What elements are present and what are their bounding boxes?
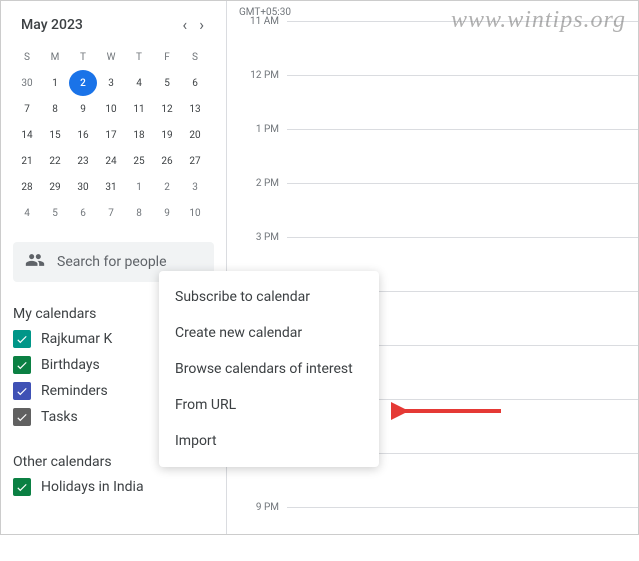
calendar-day[interactable]: 29 [41,174,69,200]
calendar-day[interactable]: 21 [13,148,41,174]
calendar-day[interactable]: 8 [41,96,69,122]
calendar-day[interactable]: 24 [97,148,125,174]
time-label: 11 AM [227,16,287,70]
calendar-day[interactable]: 6 [181,70,209,96]
menu-item[interactable]: Import [159,423,379,459]
calendar-day[interactable]: 26 [153,148,181,174]
month-nav: ‹ › [180,13,206,36]
prev-month-button[interactable]: ‹ [180,13,189,36]
calendar-checkbox[interactable] [13,382,31,400]
calendar-day[interactable]: 10 [181,200,209,226]
watermark: www.wintips.org [451,7,626,34]
mini-calendar: SMTWTFS301234567891011121314151617181920… [13,44,214,226]
menu-item[interactable]: Create new calendar [159,315,379,351]
calendar-day[interactable]: 9 [153,200,181,226]
other-calendars-list: Holidays in India [13,474,214,500]
calendar-day[interactable]: 28 [13,174,41,200]
day-header: T [125,44,153,70]
menu-item[interactable]: From URL [159,387,379,423]
calendar-checkbox[interactable] [13,478,31,496]
people-icon [25,250,45,274]
calendar-day[interactable]: 10 [97,96,125,122]
calendar-day[interactable]: 5 [153,70,181,96]
calendar-label: Rajkumar K [41,331,112,347]
day-header: W [97,44,125,70]
calendar-day[interactable]: 30 [69,174,97,200]
calendar-day[interactable]: 1 [125,174,153,200]
calendar-label: Birthdays [41,357,100,373]
calendar-day[interactable]: 31 [97,174,125,200]
calendar-day[interactable]: 23 [69,148,97,174]
calendar-day[interactable]: 18 [125,122,153,148]
time-label: 2 PM [227,178,287,232]
time-row[interactable]: 12 PM [227,75,638,129]
day-header: M [41,44,69,70]
calendar-day[interactable]: 7 [13,96,41,122]
time-line [287,507,638,561]
time-line [287,129,638,183]
calendar-day[interactable]: 27 [181,148,209,174]
calendar-day[interactable]: 9 [69,96,97,122]
day-header: T [69,44,97,70]
calendar-day[interactable]: 2 [69,70,97,96]
month-title: May 2023 [21,17,83,33]
calendar-day[interactable]: 14 [13,122,41,148]
calendar-day[interactable]: 2 [153,174,181,200]
calendar-day[interactable]: 20 [181,122,209,148]
calendar-day[interactable]: 8 [125,200,153,226]
menu-item[interactable]: Subscribe to calendar [159,279,379,315]
calendar-day[interactable]: 4 [13,200,41,226]
annotation-arrow [391,399,511,427]
time-label: 9 PM [227,502,287,556]
calendar-day[interactable]: 11 [125,96,153,122]
time-label: 1 PM [227,124,287,178]
menu-item[interactable]: Browse calendars of interest [159,351,379,387]
day-header: S [13,44,41,70]
calendar-day[interactable]: 1 [41,70,69,96]
calendar-checkbox[interactable] [13,408,31,426]
calendar-day[interactable]: 25 [125,148,153,174]
time-row[interactable]: 9 PM [227,507,638,561]
next-month-button[interactable]: › [197,13,206,36]
add-calendar-menu: Subscribe to calendarCreate new calendar… [159,271,379,467]
time-row[interactable]: 1 PM [227,129,638,183]
day-header: F [153,44,181,70]
calendar-day[interactable]: 12 [153,96,181,122]
calendar-day[interactable]: 7 [97,200,125,226]
day-header: S [181,44,209,70]
calendar-day[interactable]: 6 [69,200,97,226]
calendar-label: Reminders [41,383,108,399]
calendar-label: Holidays in India [41,479,144,495]
calendar-day[interactable]: 30 [13,70,41,96]
calendar-day[interactable]: 19 [153,122,181,148]
calendar-list-item: Holidays in India [13,474,214,500]
calendar-day[interactable]: 17 [97,122,125,148]
calendar-label: Tasks [41,409,78,425]
calendar-day[interactable]: 15 [41,122,69,148]
calendar-day[interactable]: 3 [97,70,125,96]
time-line [287,75,638,129]
time-line [287,183,638,237]
calendar-day[interactable]: 13 [181,96,209,122]
time-row[interactable]: 2 PM [227,183,638,237]
time-label: 12 PM [227,70,287,124]
calendar-day[interactable]: 3 [181,174,209,200]
calendar-day[interactable]: 4 [125,70,153,96]
calendar-day[interactable]: 5 [41,200,69,226]
calendar-day[interactable]: 16 [69,122,97,148]
calendar-checkbox[interactable] [13,356,31,374]
mini-calendar-header: May 2023 ‹ › [13,9,214,40]
search-placeholder: Search for people [57,254,167,270]
calendar-day[interactable]: 22 [41,148,69,174]
calendar-checkbox[interactable] [13,330,31,348]
